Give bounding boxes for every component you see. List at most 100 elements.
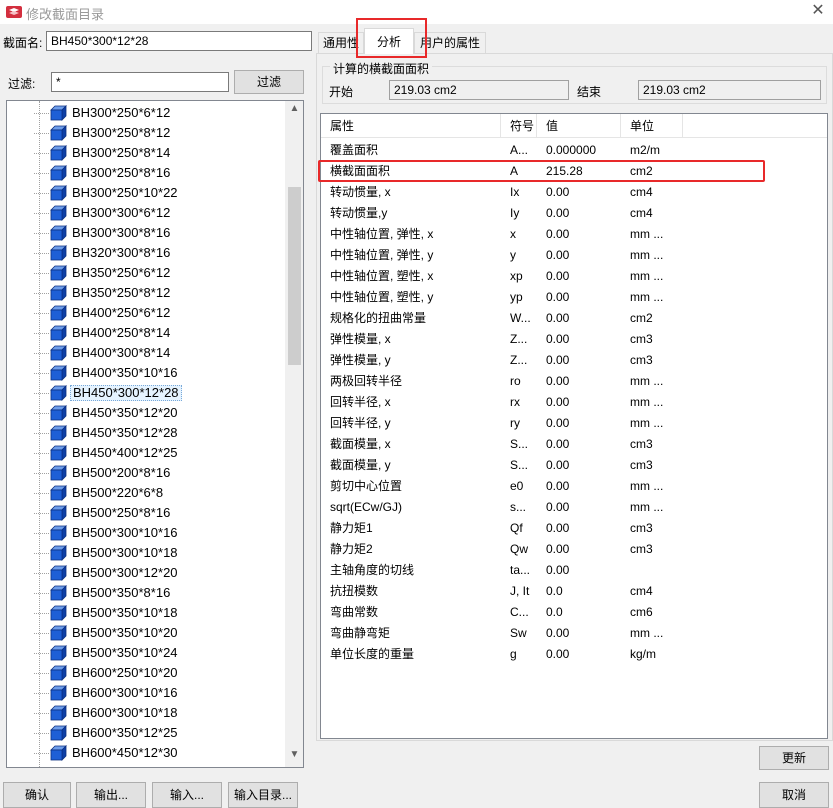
property-value[interactable]: 0.00 <box>546 539 569 560</box>
table-row[interactable]: 中性轴位置, 弹性, y y 0.00 mm ... <box>321 245 827 266</box>
table-row[interactable]: 截面模量, x S... 0.00 cm3 <box>321 434 827 455</box>
tree-item[interactable]: BH350*250*8*12 <box>27 283 287 303</box>
table-row[interactable]: 单位长度的重量 g 0.00 kg/m <box>321 644 827 665</box>
tree-item[interactable]: BH300*300*8*16 <box>27 223 287 243</box>
table-row[interactable]: 转动惯量,y Iy 0.00 cm4 <box>321 203 827 224</box>
property-value[interactable]: 0.00 <box>546 203 569 224</box>
property-value[interactable]: 0.00 <box>546 560 569 581</box>
update-button[interactable]: 更新 <box>759 746 829 770</box>
table-row[interactable]: 截面模量, y S... 0.00 cm3 <box>321 455 827 476</box>
table-row[interactable]: 静力矩1 Qf 0.00 cm3 <box>321 518 827 539</box>
table-row[interactable]: 中性轴位置, 塑性, y yp 0.00 mm ... <box>321 287 827 308</box>
property-value[interactable]: 0.00 <box>546 476 569 497</box>
import-catalog-button[interactable]: 输入目录... <box>228 782 298 808</box>
tree-item[interactable]: BH500*220*6*8 <box>27 483 287 503</box>
tree-item[interactable]: BH300*250*8*14 <box>27 143 287 163</box>
property-value[interactable]: 0.00 <box>546 455 569 476</box>
tree-item[interactable]: BH300*300*6*12 <box>27 203 287 223</box>
table-row[interactable]: 中性轴位置, 弹性, x x 0.00 mm ... <box>321 224 827 245</box>
import-button[interactable]: 输入... <box>152 782 222 808</box>
close-icon[interactable]: ✕ <box>803 0 833 24</box>
table-row[interactable]: 剪切中心位置 e0 0.00 mm ... <box>321 476 827 497</box>
property-value[interactable]: 0.00 <box>546 308 569 329</box>
table-row[interactable]: 弯曲常数 C... 0.0 cm6 <box>321 602 827 623</box>
property-value[interactable]: 0.00 <box>546 182 569 203</box>
table-row[interactable]: 弹性模量, x Z... 0.00 cm3 <box>321 329 827 350</box>
header-property[interactable]: 属性 <box>321 114 501 138</box>
property-value[interactable]: 0.00 <box>546 371 569 392</box>
scroll-up-icon[interactable]: ▲ <box>285 103 303 119</box>
tree-item[interactable]: BH500*350*10*18 <box>27 603 287 623</box>
section-tree[interactable]: BH300*250*6*12 BH300*250*8*12 BH300*250*8*… <box>6 100 304 768</box>
property-value[interactable]: 0.00 <box>546 644 569 665</box>
table-row[interactable]: 规格化的扭曲常量 W... 0.00 cm2 <box>321 308 827 329</box>
property-value[interactable]: 0.00 <box>546 266 569 287</box>
property-value[interactable]: 0.00 <box>546 224 569 245</box>
table-row[interactable]: 转动惯量, x Ix 0.00 cm4 <box>321 182 827 203</box>
property-value[interactable]: 0.00 <box>546 434 569 455</box>
export-button[interactable]: 输出... <box>76 782 146 808</box>
property-value[interactable]: 0.00 <box>546 413 569 434</box>
header-unit[interactable]: 单位 <box>621 114 683 138</box>
scroll-down-icon[interactable]: ▼ <box>285 749 303 765</box>
property-value[interactable]: 0.00 <box>546 350 569 371</box>
confirm-button[interactable]: 确认 <box>3 782 71 808</box>
table-row[interactable]: 主轴角度的切线 ta... 0.00 <box>321 560 827 581</box>
tree-item[interactable]: BH400*250*6*12 <box>27 303 287 323</box>
tree-item[interactable]: BH350*250*6*12 <box>27 263 287 283</box>
tree-item[interactable]: BH600*300*10*16 <box>27 683 287 703</box>
header-value[interactable]: 值 <box>537 114 621 138</box>
tree-scroll-thumb[interactable] <box>288 187 301 365</box>
tree-item[interactable]: BH450*350*12*20 <box>27 403 287 423</box>
tree-item[interactable]: BH300*250*10*22 <box>27 183 287 203</box>
property-value[interactable]: 0.00 <box>546 623 569 644</box>
table-row[interactable]: sqrt(ECw/GJ) s... 0.00 mm ... <box>321 497 827 518</box>
tree-item[interactable]: BH500*350*10*24 <box>27 643 287 663</box>
section-name-input[interactable]: BH450*300*12*28 <box>46 31 312 51</box>
tree-item[interactable]: BH500*300*10*16 <box>27 523 287 543</box>
tree-item[interactable]: BH300*250*8*12 <box>27 123 287 143</box>
table-row[interactable]: 两极回转半径 ro 0.00 mm ... <box>321 371 827 392</box>
tree-item[interactable]: BH500*250*8*16 <box>27 503 287 523</box>
filter-button[interactable]: 过滤 <box>234 70 304 94</box>
tree-item[interactable]: BH500*300*12*20 <box>27 563 287 583</box>
cancel-button[interactable]: 取消 <box>759 782 829 808</box>
property-value[interactable]: 0.00 <box>546 329 569 350</box>
property-value[interactable]: 0.00 <box>546 245 569 266</box>
tree-item[interactable]: BH400*300*8*14 <box>27 343 287 363</box>
tree-item[interactable]: BH300*250*6*12 <box>27 103 287 123</box>
property-value[interactable]: 0.00 <box>546 287 569 308</box>
table-row[interactable]: 回转半径, x rx 0.00 mm ... <box>321 392 827 413</box>
tree-item[interactable]: BH300*250*8*16 <box>27 163 287 183</box>
header-symbol[interactable]: 符号 <box>501 114 537 138</box>
table-row[interactable]: 弹性模量, y Z... 0.00 cm3 <box>321 350 827 371</box>
properties-table[interactable]: 属性 符号 值 单位 覆盖面积 A... 0.000000 m2/m 横截面面积 A 215… <box>320 113 828 739</box>
table-row[interactable]: 静力矩2 Qw 0.00 cm3 <box>321 539 827 560</box>
tree-item[interactable]: BH500*300*10*18 <box>27 543 287 563</box>
property-value[interactable]: 0.00 <box>546 518 569 539</box>
tree-item[interactable]: BH600*350*12*25 <box>27 723 287 743</box>
table-row[interactable]: 弯曲静弯矩 Sw 0.00 mm ... <box>321 623 827 644</box>
table-row[interactable]: 抗扭模数 J, It 0.0 cm4 <box>321 581 827 602</box>
tree-item[interactable]: BH320*300*8*16 <box>27 243 287 263</box>
property-value[interactable]: 0.0 <box>546 581 563 602</box>
tree-item[interactable]: BH600*250*10*20 <box>27 663 287 683</box>
tree-item[interactable]: BH500*200*8*16 <box>27 463 287 483</box>
property-value[interactable]: 0.000000 <box>546 140 596 161</box>
table-row[interactable]: 覆盖面积 A... 0.000000 m2/m <box>321 140 827 161</box>
tree-item[interactable]: BH450*350*12*28 <box>27 423 287 443</box>
tree-item[interactable]: BH400*350*10*16 <box>27 363 287 383</box>
table-row[interactable]: 回转半径, y ry 0.00 mm ... <box>321 413 827 434</box>
tree-item[interactable]: BH450*400*12*25 <box>27 443 287 463</box>
property-value[interactable]: 0.00 <box>546 497 569 518</box>
tree-item[interactable]: BH600*450*12*30 <box>27 743 287 763</box>
property-value[interactable]: 0.0 <box>546 602 563 623</box>
property-value[interactable]: 0.00 <box>546 392 569 413</box>
tree-item[interactable]: BH500*350*10*20 <box>27 623 287 643</box>
tree-item[interactable]: BH450*300*12*28 <box>27 383 287 403</box>
tree-item[interactable]: BH600*300*10*18 <box>27 703 287 723</box>
filter-input[interactable]: * <box>51 72 229 92</box>
table-row[interactable]: 中性轴位置, 塑性, x xp 0.00 mm ... <box>321 266 827 287</box>
tree-item[interactable]: BH500*350*8*16 <box>27 583 287 603</box>
tree-item[interactable]: BH400*250*8*14 <box>27 323 287 343</box>
